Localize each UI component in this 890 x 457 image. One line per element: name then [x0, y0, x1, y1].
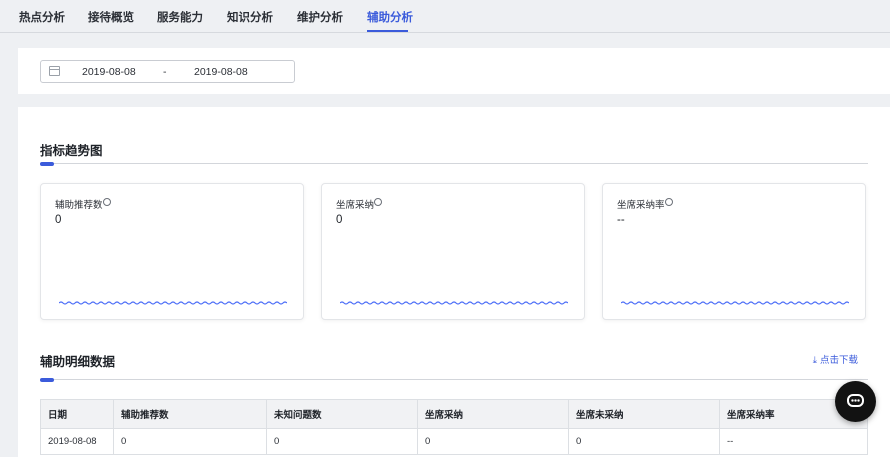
tab-reception-overview[interactable]: 接待概览	[88, 9, 134, 25]
sparkline	[59, 301, 287, 305]
filter-panel: 2019-08-08 - 2019-08-08	[18, 48, 890, 94]
tab-assist-analysis[interactable]: 辅助分析	[367, 9, 413, 25]
column-header: 辅助推荐数	[113, 399, 267, 429]
sparkline	[621, 301, 849, 305]
table-cell: 0	[568, 428, 720, 455]
main-panel: 指标趋势图 辅助推荐数 0 坐席采纳 0 坐席采纳率 -- 辅助明细数据 ⤓ 点击…	[18, 107, 890, 457]
download-button[interactable]: ⤓ 点击下载	[813, 352, 858, 366]
table-cell: 0	[266, 428, 418, 455]
metric-card-agent-adopt: 坐席采纳 0	[321, 183, 585, 320]
download-label: 点击下载	[819, 355, 858, 366]
table-cell: 2019-08-08	[40, 428, 114, 455]
end-date[interactable]: 2019-08-08	[194, 66, 248, 78]
metric-card-agent-adopt-rate: 坐席采纳率 --	[602, 183, 866, 320]
metric-label: 辅助推荐数	[55, 200, 103, 211]
table-row: 2019-08-08 0 0 0 0 --	[40, 428, 868, 455]
table-cell: 0	[417, 428, 569, 455]
info-icon[interactable]	[665, 198, 673, 206]
metric-value: 0	[55, 214, 62, 226]
table-header-row: 日期 辅助推荐数 未知问题数 坐席采纳 坐席未采纳 坐席采纳率	[40, 399, 868, 429]
info-icon[interactable]	[374, 198, 382, 206]
detail-section-title: 辅助明细数据	[40, 355, 116, 369]
metric-label: 坐席采纳	[336, 200, 375, 211]
tab-knowledge-analysis[interactable]: 知识分析	[227, 9, 273, 25]
date-range-picker[interactable]: 2019-08-08 - 2019-08-08	[40, 60, 295, 83]
active-tab-indicator	[367, 30, 408, 32]
info-icon[interactable]	[103, 198, 111, 206]
column-header: 未知问题数	[266, 399, 418, 429]
tab-hotspot-analysis[interactable]: 热点分析	[19, 9, 65, 25]
chat-dots-icon	[851, 399, 860, 402]
top-tab-bar: 热点分析 接待概览 服务能力 知识分析 维护分析 辅助分析	[0, 0, 890, 33]
metric-label: 坐席采纳率	[617, 200, 665, 211]
metric-card-assist-recommend: 辅助推荐数 0	[40, 183, 304, 320]
download-icon: ⤓	[812, 355, 817, 366]
trend-section-accent	[40, 162, 54, 166]
detail-section-accent	[40, 378, 54, 382]
detail-table: 日期 辅助推荐数 未知问题数 坐席采纳 坐席未采纳 坐席采纳率 2019-08-…	[40, 399, 868, 455]
trend-section-title: 指标趋势图	[40, 144, 103, 158]
start-date[interactable]: 2019-08-08	[82, 66, 136, 78]
column-header: 坐席未采纳	[568, 399, 720, 429]
chat-button[interactable]	[835, 381, 876, 422]
metric-value: 0	[336, 214, 343, 226]
trend-section-divider	[40, 163, 868, 164]
calendar-icon	[49, 66, 60, 76]
table-cell: 0	[113, 428, 267, 455]
table-cell: --	[719, 428, 868, 455]
metric-value: --	[617, 214, 625, 226]
date-separator: -	[163, 66, 167, 78]
column-header: 坐席采纳	[417, 399, 569, 429]
tab-service-capability[interactable]: 服务能力	[157, 9, 203, 25]
column-header: 日期	[40, 399, 114, 429]
tab-maintenance-analysis[interactable]: 维护分析	[297, 9, 343, 25]
detail-section-divider	[40, 379, 868, 380]
sparkline	[340, 301, 568, 305]
